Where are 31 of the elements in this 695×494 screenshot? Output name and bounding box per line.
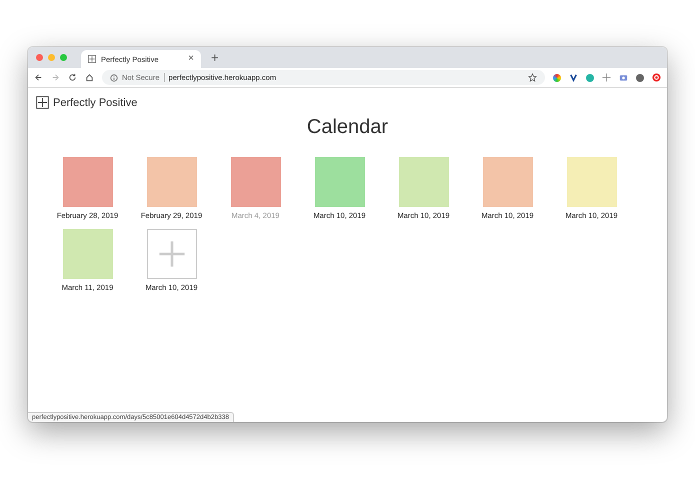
camera-icon[interactable] bbox=[619, 73, 628, 82]
crosshair-icon[interactable] bbox=[602, 73, 611, 82]
day-swatch[interactable] bbox=[398, 157, 448, 207]
close-light[interactable] bbox=[36, 54, 43, 61]
plus-box-icon bbox=[36, 96, 49, 109]
day-swatch[interactable] bbox=[146, 157, 196, 207]
forward-icon[interactable] bbox=[51, 73, 60, 82]
add-day-tile[interactable] bbox=[146, 229, 196, 279]
color-wheel-icon[interactable] bbox=[553, 74, 561, 82]
minimize-light[interactable] bbox=[48, 54, 55, 61]
stop-icon[interactable] bbox=[652, 73, 661, 82]
home-icon[interactable] bbox=[85, 73, 94, 82]
favicon-icon bbox=[88, 55, 96, 63]
day-swatch[interactable] bbox=[482, 157, 532, 207]
close-tab-button[interactable]: × bbox=[188, 54, 194, 64]
zoom-light[interactable] bbox=[60, 54, 67, 61]
new-tab-button[interactable]: + bbox=[211, 50, 219, 65]
day-swatch[interactable] bbox=[314, 157, 364, 207]
page-title: Calendar bbox=[306, 116, 390, 139]
day-swatch[interactable] bbox=[62, 229, 112, 279]
star-icon[interactable] bbox=[528, 73, 537, 82]
day-swatch[interactable] bbox=[62, 157, 112, 207]
v-icon[interactable] bbox=[569, 73, 578, 82]
extension-dot-icon[interactable] bbox=[586, 74, 594, 82]
reload-icon[interactable] bbox=[68, 73, 77, 82]
avatar-icon[interactable] bbox=[636, 74, 644, 82]
day-swatch[interactable] bbox=[230, 157, 280, 207]
info-icon bbox=[110, 74, 118, 82]
brand-name[interactable]: Perfectly Positive bbox=[53, 96, 138, 108]
back-icon[interactable] bbox=[34, 73, 43, 82]
day-swatch[interactable] bbox=[566, 157, 616, 207]
